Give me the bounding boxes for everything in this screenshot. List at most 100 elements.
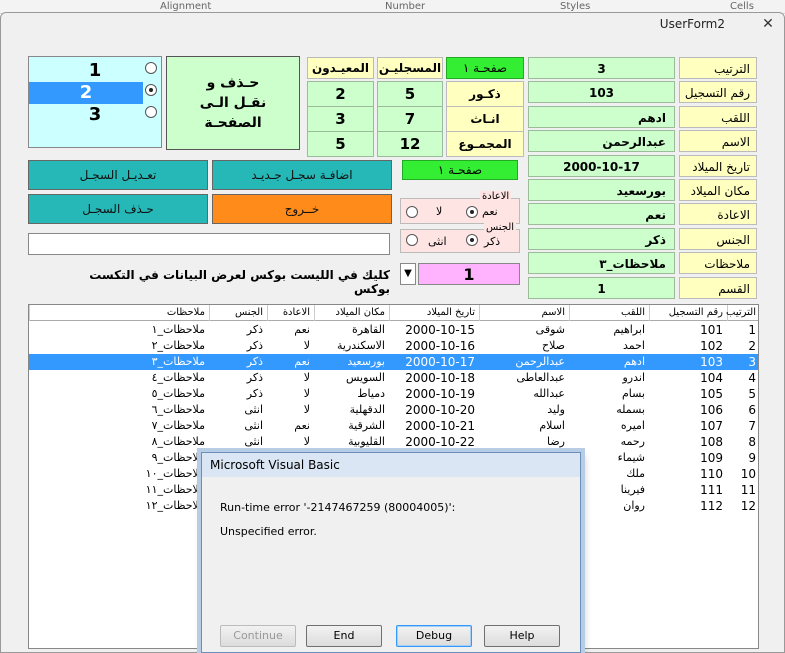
table-cell: فيرينا (620, 483, 645, 496)
table-row[interactable]: 3 103 ادهم عبدالرحمن 2000-10-17 بورسعيد نعم ذكر… (29, 354, 758, 370)
close-icon[interactable]: ✕ (759, 16, 777, 32)
table-cell: القليوبية (348, 435, 385, 448)
table-cell: ذكر (246, 387, 263, 400)
delete-record-button[interactable]: حـذف السجـل (28, 194, 208, 224)
window-title: UserForm2 (659, 17, 725, 31)
gender-frame-title: الجنس (484, 222, 517, 233)
ribbon-group-alignment: Alignment (160, 1, 212, 12)
table-row[interactable]: 5 105 بسام عبدالله 2000-10-19 دمياط لا ذكر ملاحظ… (29, 386, 758, 402)
repeat-no-label: لا (436, 205, 443, 218)
field-value-order[interactable]: 3 (528, 57, 675, 79)
stats-repeaters-females: 3 (307, 106, 374, 132)
field-value-reg-number[interactable]: 103 (528, 81, 675, 104)
field-value-birth-place[interactable]: بورسعيد (528, 179, 675, 201)
grid-header-cell: الترتيب (726, 305, 758, 321)
repeat-yes-label: نعم (482, 205, 498, 218)
table-cell: نعم (294, 355, 310, 368)
field-value-name[interactable]: عبدالرحمن (528, 130, 675, 153)
field-value-gender[interactable]: ذكر (528, 227, 675, 250)
table-row[interactable]: 7 107 اميره اسلام 2000-10-21 الشرقية نعم انثى مل… (29, 418, 758, 434)
section-combo-dropdown-icon[interactable]: ▼ (400, 263, 416, 285)
table-cell: شيماء (617, 451, 645, 464)
table-row[interactable]: 2 102 احمد صلاح 2000-10-16 الاسكندرية لا ذكر ملا… (29, 338, 758, 354)
page-list-item-2[interactable]: 2 (29, 82, 143, 104)
table-cell: ملاحظات_١٠ (145, 467, 205, 480)
table-cell: 104 (700, 371, 723, 385)
page-radio-2[interactable] (145, 84, 157, 96)
repeat-frame-title: الاعادة (480, 191, 512, 202)
table-cell: ملاحظات_٨ (151, 435, 205, 448)
table-cell: لا (303, 435, 310, 448)
section-combo-value[interactable]: 1 (418, 263, 520, 285)
table-cell: صلاح (541, 339, 565, 352)
add-record-button[interactable]: اضافـة سجـل جـديـد (212, 160, 392, 190)
gender-female-label: انثى (428, 235, 447, 248)
table-cell: لا (303, 403, 310, 416)
debug-button[interactable]: Debug (396, 625, 472, 647)
table-cell: وليد (547, 403, 565, 416)
table-cell: 6 (748, 403, 756, 417)
table-cell: اسلام (539, 419, 565, 432)
stats-registered-total: 12 (377, 131, 443, 157)
table-cell: 107 (700, 419, 723, 433)
table-cell: 112 (700, 499, 723, 513)
stats-label-females: انـاث (446, 106, 524, 132)
field-value-section[interactable]: 1 (528, 276, 675, 299)
hint-label: كليك في الليست بوكس لعرض البيانات في الت… (89, 268, 390, 296)
gender-female-radio[interactable] (406, 234, 418, 246)
info-textbox[interactable] (28, 233, 390, 255)
repeat-yes-radio[interactable] (466, 206, 478, 218)
field-label-name: الاسم (679, 130, 757, 153)
table-cell: ابراهيم (613, 323, 645, 336)
table-cell: 101 (700, 323, 723, 337)
end-button[interactable]: End (306, 625, 382, 647)
edit-record-button[interactable]: تعـديـل السجـل (28, 160, 208, 190)
table-cell: لا (303, 371, 310, 384)
field-value-surname[interactable]: ادهم (528, 105, 675, 128)
delete-and-move-button[interactable]: حـذف و نقـل الـى الصفحـة (166, 56, 300, 150)
gender-male-label: ذكر (484, 235, 501, 248)
dialog-title: Microsoft Visual Basic (202, 453, 580, 477)
ribbon-group-number: Number (385, 1, 426, 12)
table-cell: 2000-10-15 (405, 323, 475, 337)
page-radio-3[interactable] (145, 106, 157, 118)
table-cell: بورسعيد (347, 355, 385, 368)
field-value-notes[interactable]: ملاحظات_٣ (528, 252, 675, 275)
table-cell: ملاحظات_٦ (151, 403, 205, 416)
table-cell: 2000-10-21 (405, 419, 475, 433)
table-cell: ملاحظات_٤ (151, 371, 205, 384)
page-list-item-1[interactable]: 1 (29, 60, 161, 82)
page-label-2: صفحـة ١ (402, 160, 518, 180)
table-cell: 109 (700, 451, 723, 465)
page-listbox[interactable]: 1 2 3 (28, 56, 162, 148)
stats-header-repeaters: المعيـدون (307, 57, 374, 79)
table-cell: 3 (748, 355, 756, 369)
field-label-gender: الجنس (679, 227, 757, 250)
table-row[interactable]: 4 104 اندرو عبدالعاطى 2000-10-18 السويس لا ذكر م… (29, 370, 758, 386)
table-cell: السويس (346, 371, 385, 384)
field-value-birth-date[interactable]: 2000-10-17 (528, 154, 675, 177)
table-cell: ملاحظات_٩ (151, 451, 205, 464)
table-row[interactable]: 8 108 رحمه رضا 2000-10-22 القليوبية لا انثى ملاح… (29, 434, 758, 450)
table-row[interactable]: 6 106 بسمله وليد 2000-10-20 الدقهلية لا انثى ملا… (29, 402, 758, 418)
table-cell: اميره (620, 419, 645, 432)
table-row[interactable]: 1 101 ابراهيم شوقى 2000-10-15 القاهرة نعم ذكر مل… (29, 322, 758, 338)
table-cell: اندرو (622, 371, 645, 384)
page-radio-1[interactable] (145, 62, 157, 74)
continue-button[interactable]: Continue (220, 625, 296, 647)
table-cell: 2 (748, 339, 756, 353)
stats-label-males: ذكـور (446, 81, 524, 107)
stats-label-total: المجمـوع (446, 131, 524, 157)
page-list-item-3[interactable]: 3 (29, 104, 161, 126)
table-cell: ملاحظات_٢ (151, 339, 205, 352)
grid-header-cell: مكان الميلاد (314, 305, 389, 321)
table-cell: الدقهلية (349, 403, 385, 416)
gender-male-radio[interactable] (466, 234, 478, 246)
grid-header-cell: تاريخ الميلاد (389, 305, 479, 321)
help-button[interactable]: Help (484, 625, 560, 647)
page-indicator: صفحـة ١ (446, 57, 524, 79)
table-cell: 106 (700, 403, 723, 417)
repeat-no-radio[interactable] (406, 206, 418, 218)
field-value-repeat[interactable]: نعم (528, 203, 675, 226)
exit-button[interactable]: خــروج (212, 194, 392, 224)
